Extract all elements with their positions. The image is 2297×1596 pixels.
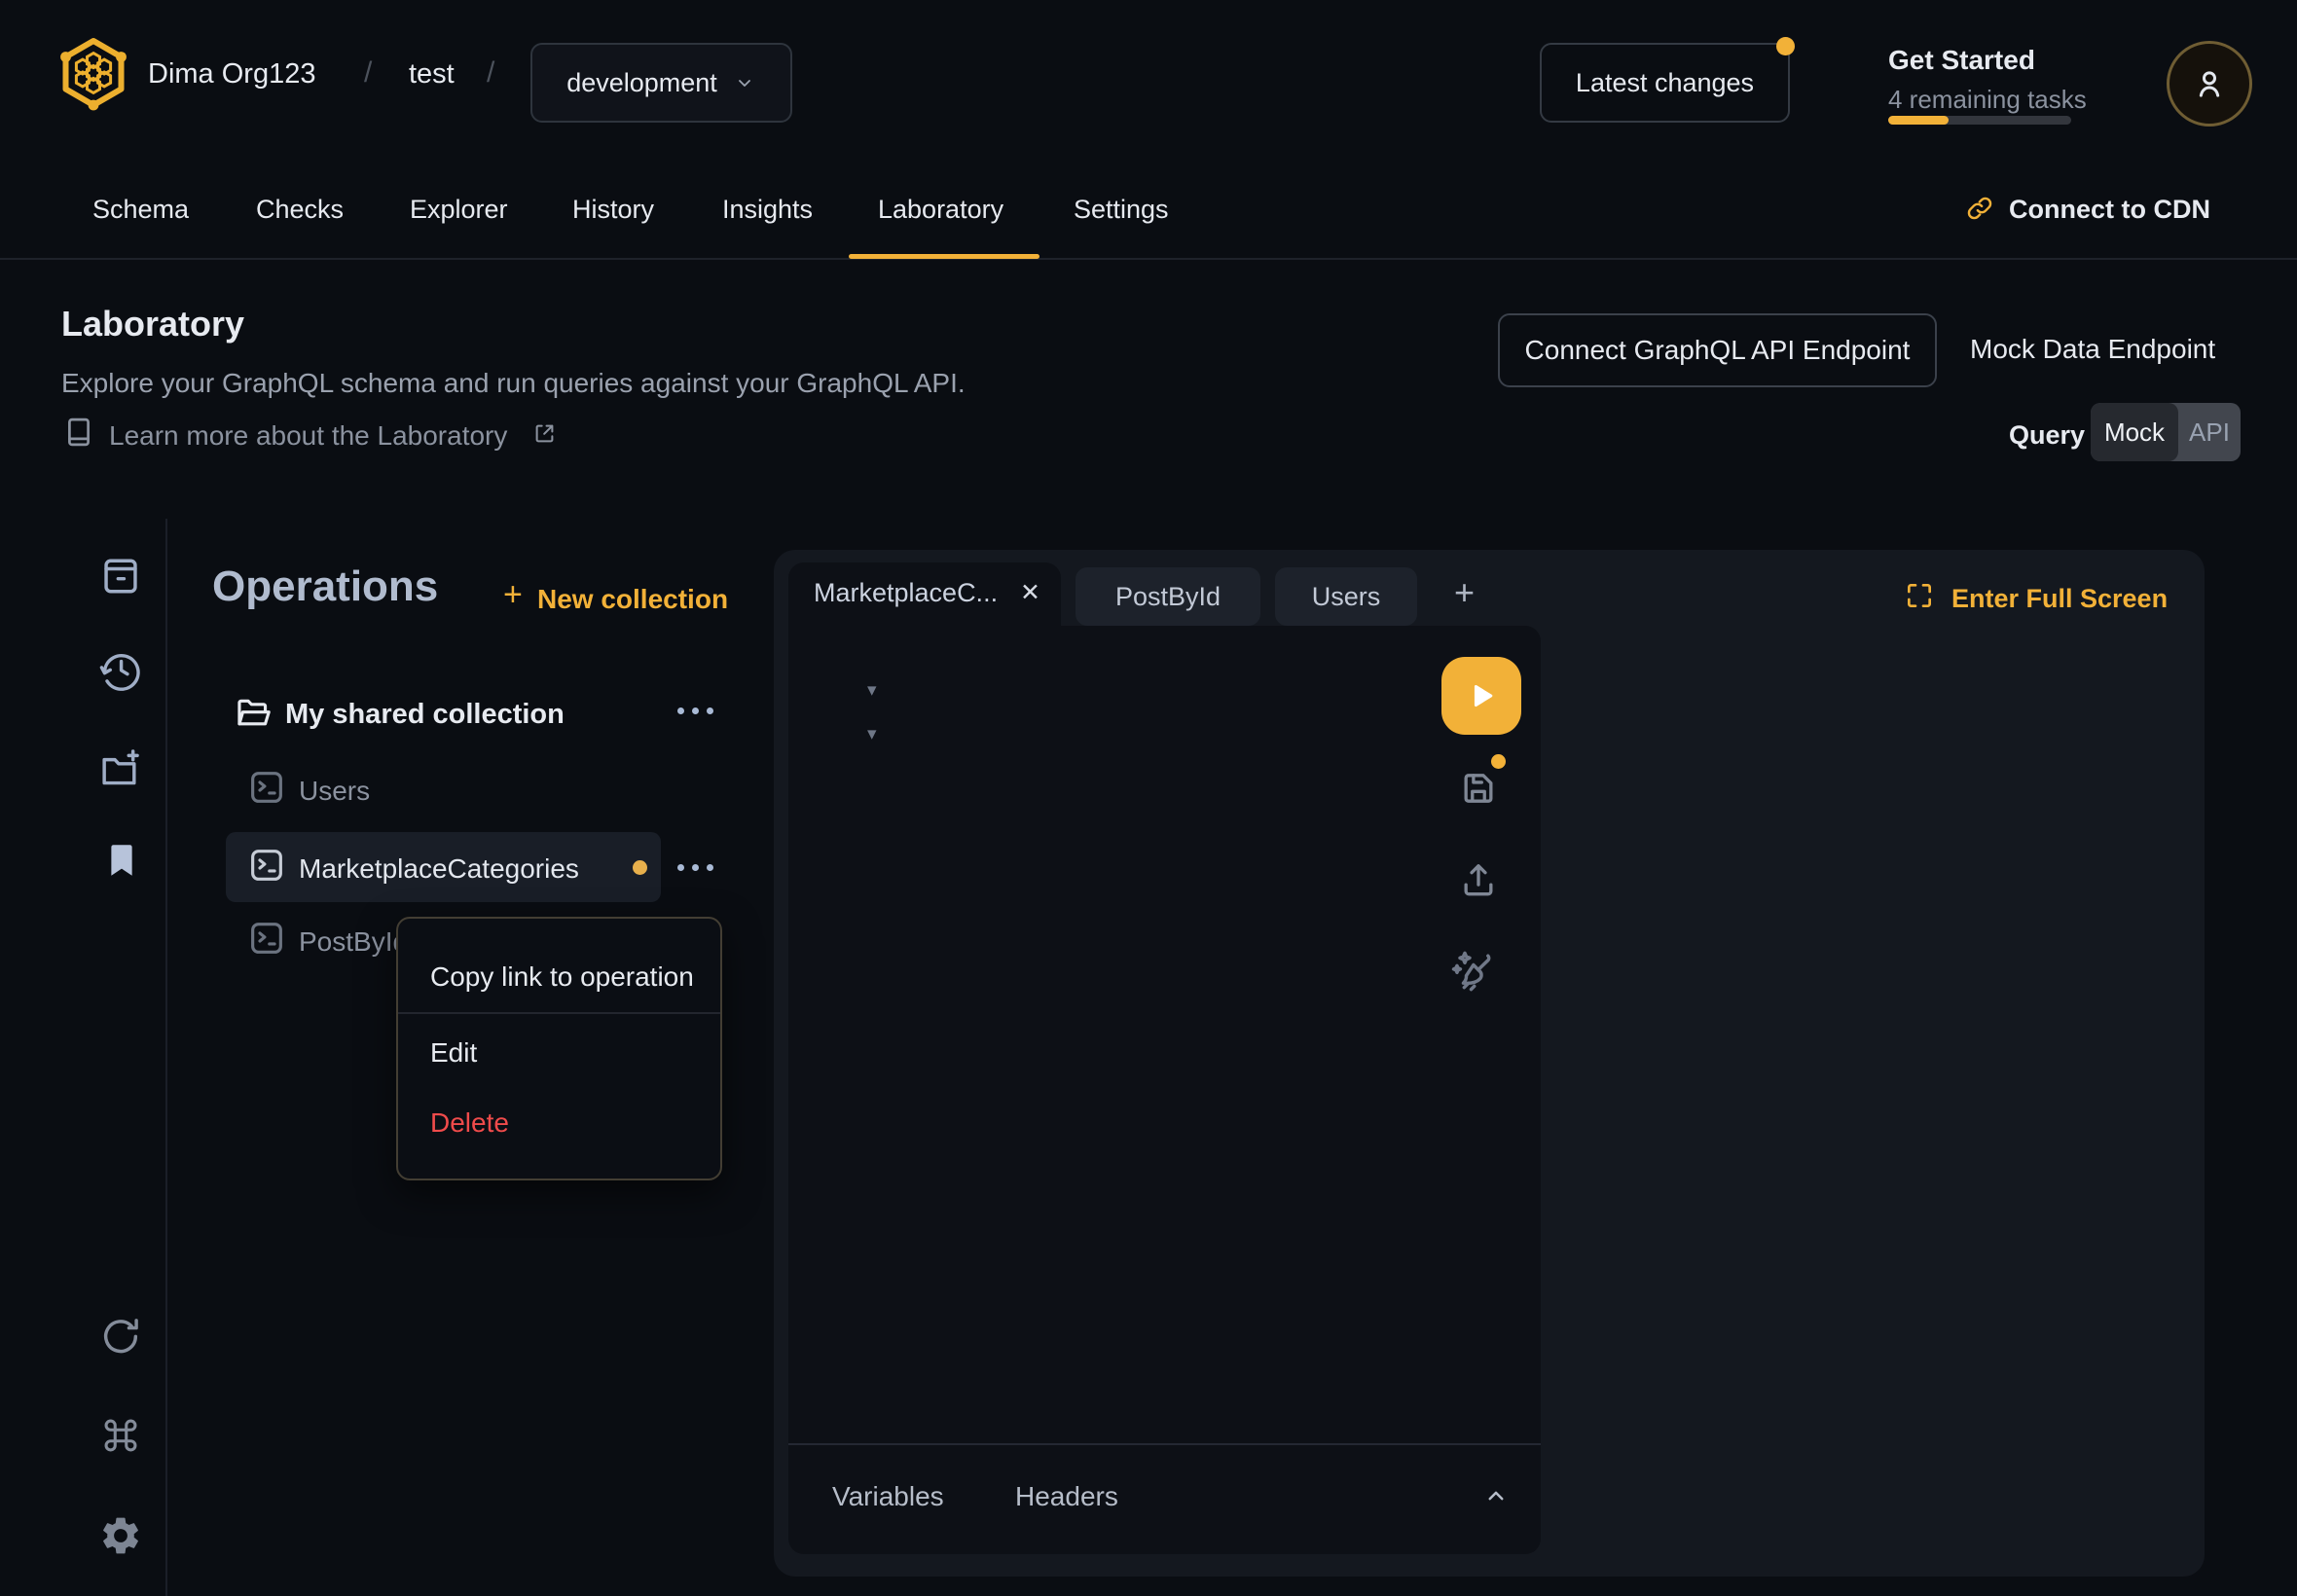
- menu-item-edit[interactable]: Edit: [430, 1037, 477, 1069]
- query-mode-toggle: Mock API: [2091, 403, 2241, 461]
- editor-tab-users[interactable]: Users: [1275, 567, 1417, 626]
- page-title: Laboratory: [61, 304, 244, 344]
- operation-icon: [246, 767, 287, 808]
- query-label: Query: [2009, 420, 2085, 451]
- rail-divider: [165, 519, 167, 1596]
- editor-tab-postbyid[interactable]: PostById: [1076, 567, 1260, 626]
- editor-tab-label: Users: [1312, 582, 1381, 612]
- tab-explorer[interactable]: Explorer: [410, 195, 508, 225]
- documentation-icon[interactable]: [98, 554, 143, 598]
- tab-checks[interactable]: Checks: [256, 195, 344, 225]
- toggle-option-mock[interactable]: Mock: [2091, 403, 2178, 461]
- tab-settings[interactable]: Settings: [1074, 195, 1169, 225]
- fold-icon[interactable]: [867, 679, 877, 702]
- query-editor[interactable]: [788, 626, 1541, 1554]
- latest-changes-button[interactable]: Latest changes: [1540, 43, 1790, 123]
- active-tab-underline: [849, 254, 1039, 259]
- menu-divider: [398, 1012, 720, 1014]
- context-menu: Copy link to operation Edit Delete: [396, 917, 722, 1180]
- fold-icon[interactable]: [867, 723, 877, 745]
- play-icon: [1465, 679, 1498, 712]
- breadcrumb-org[interactable]: Dima Org123: [148, 58, 315, 91]
- bookmark-icon[interactable]: [100, 839, 143, 882]
- chevron-down-icon: [733, 71, 756, 94]
- breadcrumb-separator: /: [487, 56, 494, 91]
- operation-label: Users: [299, 776, 370, 807]
- headers-tab[interactable]: Headers: [1015, 1481, 1118, 1512]
- editor-tab-label: PostById: [1115, 582, 1221, 612]
- toggle-option-api[interactable]: API: [2178, 403, 2241, 461]
- operation-more-menu[interactable]: [677, 862, 713, 872]
- tab-history[interactable]: History: [572, 195, 654, 225]
- share-upload-button[interactable]: [1457, 858, 1500, 901]
- learn-more-label: Learn more about the Laboratory: [109, 420, 507, 452]
- operation-icon: [246, 918, 287, 959]
- app-window: Dima Org123 / test / development Latest …: [0, 0, 2297, 1596]
- menu-item-delete[interactable]: Delete: [430, 1107, 509, 1139]
- unsaved-indicator-dot: [1491, 754, 1506, 769]
- breadcrumb-graph[interactable]: test: [409, 58, 455, 91]
- settings-gear-icon[interactable]: [98, 1513, 143, 1558]
- refresh-icon[interactable]: [98, 1314, 143, 1359]
- fullscreen-label: Enter Full Screen: [1951, 584, 2168, 614]
- operation-label: PostById: [299, 926, 408, 958]
- menu-item-copy-link[interactable]: Copy link to operation: [430, 961, 694, 993]
- collection-more-menu[interactable]: [677, 706, 713, 715]
- collection-name: My shared collection: [285, 699, 565, 731]
- history-icon[interactable]: [98, 647, 143, 692]
- variant-selector[interactable]: development: [530, 43, 792, 123]
- top-nav: Schema Checks Explorer History Insights …: [0, 165, 2297, 260]
- operations-title: Operations: [212, 562, 438, 612]
- user-avatar[interactable]: [2167, 41, 2252, 127]
- editor-footer-divider: [788, 1443, 1541, 1445]
- book-icon: [61, 415, 96, 450]
- prettify-button[interactable]: [1447, 946, 1498, 997]
- collapse-chevron-up-icon[interactable]: [1481, 1481, 1511, 1510]
- folder-open-icon: [234, 691, 274, 732]
- get-started-progress: [1888, 116, 2071, 125]
- notification-dot: [1776, 37, 1795, 55]
- command-icon[interactable]: [98, 1413, 143, 1458]
- editor-tab-active[interactable]: MarketplaceC... ✕: [788, 562, 1061, 631]
- get-started-subtitle: 4 remaining tasks: [1888, 86, 2087, 115]
- variant-selector-value: development: [566, 68, 717, 98]
- latest-changes-label: Latest changes: [1576, 68, 1754, 98]
- tab-laboratory[interactable]: Laboratory: [878, 195, 1003, 225]
- progress-fill: [1888, 116, 1949, 125]
- operation-label: MarketplaceCategories: [299, 853, 579, 885]
- page-subtitle: Explore your GraphQL schema and run quer…: [61, 368, 966, 399]
- new-tab-button[interactable]: +: [1454, 572, 1475, 612]
- get-started-title: Get Started: [1888, 45, 2035, 76]
- plus-icon: +: [503, 576, 523, 614]
- run-query-button[interactable]: [1441, 657, 1521, 735]
- apollo-logo-icon[interactable]: [55, 35, 131, 111]
- tab-insights[interactable]: Insights: [722, 195, 813, 225]
- person-icon: [2190, 64, 2229, 103]
- save-button[interactable]: [1457, 767, 1500, 810]
- connect-endpoint-label: Connect GraphQL API Endpoint: [1525, 335, 1911, 366]
- link-icon: [1964, 193, 1995, 224]
- fullscreen-icon: [1904, 580, 1935, 611]
- connect-endpoint-button[interactable]: Connect GraphQL API Endpoint: [1498, 313, 1937, 387]
- new-folder-icon[interactable]: [98, 746, 143, 791]
- tab-schema[interactable]: Schema: [92, 195, 189, 225]
- breadcrumb-separator: /: [364, 56, 372, 91]
- new-collection-label: New collection: [537, 584, 728, 615]
- editor-tab-label: MarketplaceC...: [814, 578, 998, 608]
- variables-tab[interactable]: Variables: [832, 1481, 944, 1512]
- connect-to-cdn-link[interactable]: Connect to CDN: [2009, 195, 2210, 225]
- close-icon[interactable]: ✕: [1020, 579, 1040, 607]
- mock-endpoint-button[interactable]: Mock Data Endpoint: [1970, 334, 2215, 365]
- external-link-icon: [531, 420, 558, 447]
- unsaved-indicator-dot: [633, 860, 647, 875]
- operation-icon: [246, 845, 287, 886]
